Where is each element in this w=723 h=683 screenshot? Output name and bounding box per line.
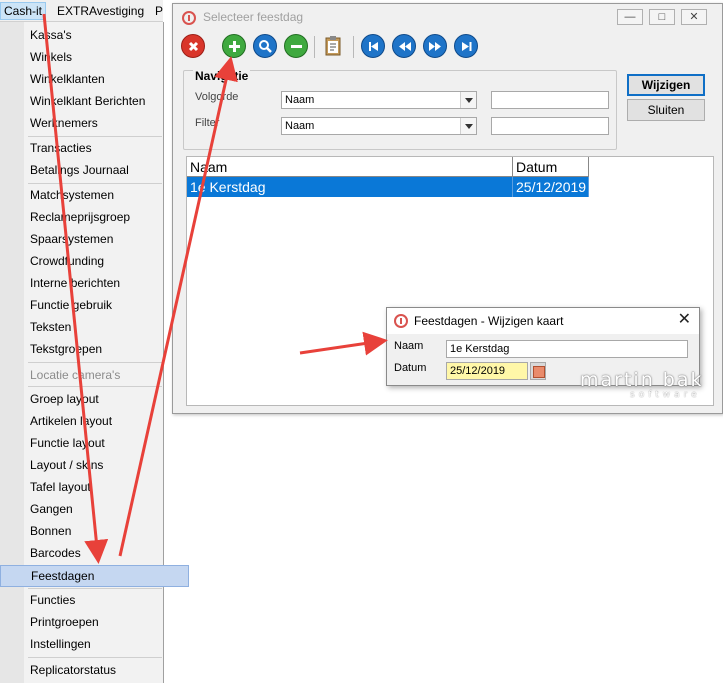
cell-naam: 1e Kerstdag [187,177,513,197]
maximize-button[interactable]: □ [649,9,675,25]
previous-icon[interactable] [392,34,416,58]
menu-item-locatie-cameras: Locatie camera's [30,368,121,382]
menu-item-artikelen-layout[interactable]: Artikelen layout [25,411,167,431]
menu-item-instellingen[interactable]: Instellingen [25,634,167,654]
menu-separator [28,657,162,658]
sluiten-button[interactable]: Sluiten [627,99,705,121]
clipboard-icon[interactable] [322,34,346,58]
maximize-icon: □ [658,11,666,23]
menu-item-kassas[interactable]: Kassa's [25,25,167,45]
menu-cash-it[interactable]: Cash-it [0,2,47,20]
naam-field[interactable]: 1e Kerstdag [446,340,688,358]
menubar: Cash-it EXTRAvestiging P [0,0,163,22]
wijzigen-button[interactable]: Wijzigen [627,74,705,96]
app-icon [394,314,408,328]
menu-item-groep-layout[interactable]: Groep layout [25,389,167,409]
volgorde-text-input[interactable] [491,91,609,109]
column-header-naam[interactable]: Naam [187,157,513,177]
minimize-icon: — [624,11,636,23]
menu-item-tafel-layout[interactable]: Tafel layout [25,477,167,497]
menu-item-bonnen[interactable]: Bonnen [25,521,167,541]
menu-item-reclameprijsgroep[interactable]: Reclameprijsgroep [25,207,167,227]
menu-item-tekstgroepen[interactable]: Tekstgroepen [25,339,167,359]
cash-it-dropdown-menu: Kassa's Winkels Winkelklanten Winkelklan… [0,22,189,683]
subdialog-title: Feestdagen - Wijzigen kaart [414,314,564,328]
minimize-button[interactable]: — [617,9,643,25]
calendar-button[interactable] [530,362,546,380]
menu-item-winkels[interactable]: Winkels [25,47,167,67]
menu-item-interne-berichten[interactable]: Interne berichten [25,273,167,293]
close-icon[interactable]: ✕ [678,312,691,328]
menu-item-spaarsystemen[interactable]: Spaarsystemen [25,229,167,249]
table-row[interactable]: 1e Kerstdag 25/12/2019 [187,177,589,197]
menu-item-teksten[interactable]: Teksten [25,317,167,337]
volgorde-label: Volgorde [195,91,239,103]
watermark-logo: martin bak [580,369,704,391]
menu-item-crowdfunding[interactable]: Crowdfunding [25,251,167,271]
column-header-datum[interactable]: Datum [513,157,589,177]
menu-item-winkelklant-berichten[interactable]: Winkelklant Berichten [25,91,167,111]
cell-datum: 25/12/2019 [513,177,589,197]
menu-separator [28,136,162,137]
menu-extravestiging[interactable]: EXTRAvestiging [54,3,147,19]
chevron-down-icon[interactable] [460,92,476,108]
menu-item-winkelklanten[interactable]: Winkelklanten [25,69,167,89]
search-icon[interactable] [253,34,277,58]
menu-item-gangen[interactable]: Gangen [25,499,167,519]
filter-value: Naam [285,120,315,132]
menu-item-matchsystemen[interactable]: Matchsystemen [25,185,167,205]
menu-item-feestdagen[interactable]: Feestdagen [0,565,189,587]
filter-text-input[interactable] [491,117,609,135]
menu-item-transacties[interactable]: Transacties [25,138,167,158]
menu-separator [28,362,162,363]
close-button[interactable]: ✕ [681,9,707,25]
menu-item-functie-gebruik[interactable]: Functie gebruik [25,295,167,315]
subdialog-titlebar: Feestdagen - Wijzigen kaart ✕ [387,308,699,334]
first-icon[interactable] [361,34,385,58]
chevron-down-icon[interactable] [460,118,476,134]
menu-item-layout-skins[interactable]: Layout / skins [25,455,167,475]
delete-icon[interactable] [181,34,205,58]
menu-item-werknemers[interactable]: Werknemers [25,113,167,133]
window-title: Selecteer feestdag [203,10,304,24]
menu-item-functies[interactable]: Functies [25,590,167,610]
filter-label: Filter [195,117,220,129]
datum-field[interactable]: 25/12/2019 [446,362,528,380]
volgorde-select[interactable]: Naam [281,91,477,109]
menu-item-replicatorstatus[interactable]: Replicatorstatus [25,660,167,680]
toolbar-separator [314,36,315,58]
volgorde-value: Naam [285,94,315,106]
next-icon[interactable] [423,34,447,58]
toolbar-separator [353,36,354,58]
app-icon [182,11,196,25]
watermark-subtitle: software [630,390,701,400]
datum-label: Datum [394,362,427,374]
close-icon: ✕ [689,11,699,23]
menu-separator [28,588,162,589]
filter-select[interactable]: Naam [281,117,477,135]
menu-item-functie-layout[interactable]: Functie layout [25,433,167,453]
naam-label: Naam [394,340,424,352]
menu-item-betalings-journaal[interactable]: Betalings Journaal [25,160,167,180]
menu-separator [28,386,162,387]
calendar-icon [533,366,545,378]
add-icon[interactable] [222,34,246,58]
menu-item-barcodes[interactable]: Barcodes [25,543,167,563]
menu-separator [28,183,162,184]
menu-p[interactable]: P [152,3,166,19]
remove-icon[interactable] [284,34,308,58]
menu-item-printgroepen[interactable]: Printgroepen [25,612,167,632]
window-titlebar: Selecteer feestdag — □ ✕ [173,4,722,30]
navigation-legend: Navigatie [193,69,251,83]
last-icon[interactable] [454,34,478,58]
